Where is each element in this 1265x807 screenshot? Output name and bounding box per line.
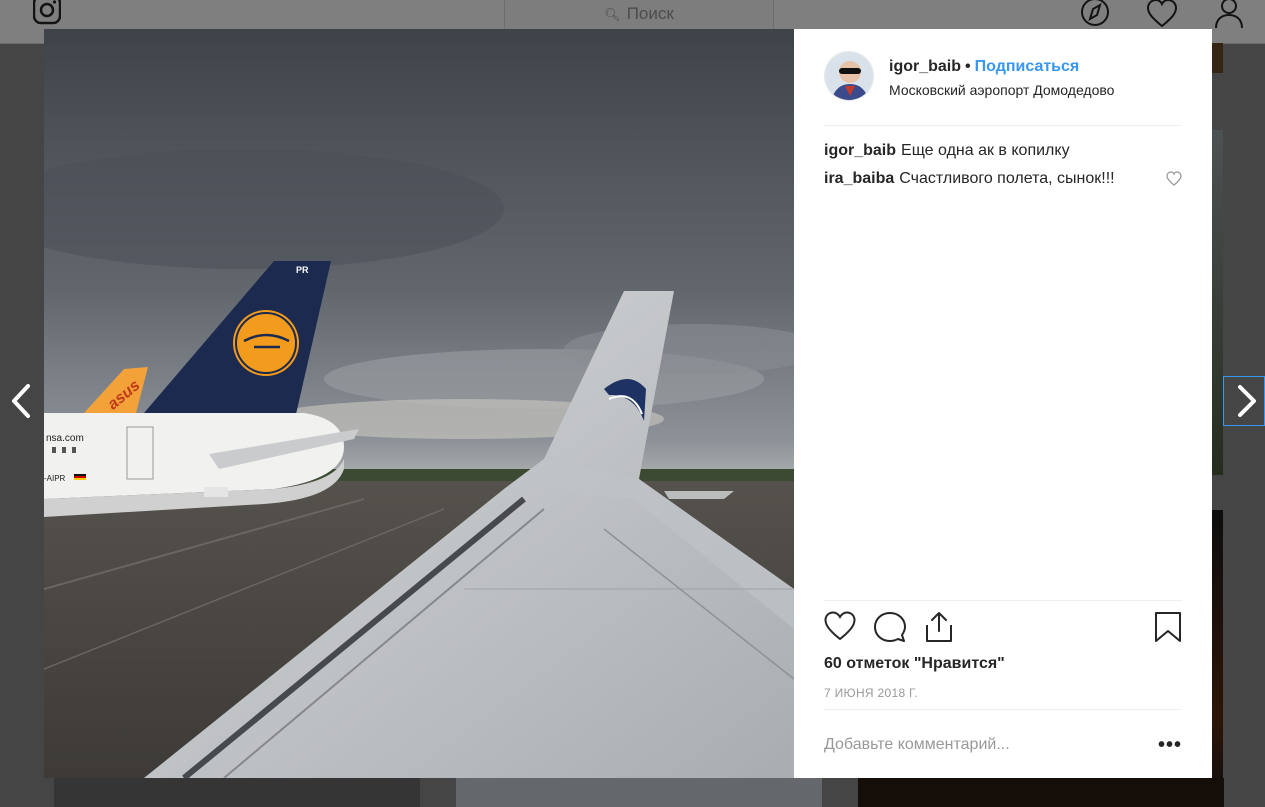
comment-text: Еще одна ак в копилку <box>901 142 1070 159</box>
comment-username[interactable]: igor_baib <box>824 142 896 159</box>
comments-list: igor_baib Еще одна ак в копилку ira_baiba… <box>824 126 1182 189</box>
post-sidebar: igor_baib • Подписаться Московский аэропор… <box>794 29 1212 778</box>
airplane-wing-photo: PR asus nsa.com -AIPR <box>44 29 794 778</box>
comment-like-heart-icon[interactable] <box>1166 171 1182 187</box>
comment-item: ira_baiba Счастливого полета, сынок!!! <box>824 169 1182 189</box>
fuselage-text: nsa.com <box>46 433 84 444</box>
post-location[interactable]: Московский аэропорт Домодедово <box>889 80 1114 100</box>
separator-dot: • <box>965 58 971 75</box>
caption-comment: igor_baib Еще одна ак в копилку <box>824 141 1182 161</box>
comment-input[interactable]: Добавьте комментарий... <box>824 736 1010 754</box>
comment-icon[interactable] <box>874 611 906 643</box>
chevron-left-icon[interactable] <box>0 376 42 426</box>
follow-button[interactable]: Подписаться <box>975 58 1080 75</box>
comment-text: Счастливого полета, сынок!!! <box>899 170 1115 187</box>
comment-username[interactable]: ira_baiba <box>824 170 894 187</box>
add-comment-section: Добавьте комментарий... ••• <box>824 709 1182 779</box>
share-icon[interactable] <box>924 611 954 643</box>
post-date: 7 ИЮНЯ 2018 Г. <box>824 686 919 700</box>
like-heart-icon[interactable] <box>824 611 856 641</box>
post-modal: PR asus nsa.com -AIPR igor_baib • Подпис… <box>44 29 1212 778</box>
post-actions <box>824 600 1182 651</box>
registration-text: -AIPR <box>44 474 66 483</box>
more-options-button[interactable]: ••• <box>1158 734 1182 757</box>
avatar[interactable] <box>824 51 874 101</box>
tail-code-text: PR <box>296 265 309 275</box>
post-photo[interactable]: PR asus nsa.com -AIPR <box>44 29 794 778</box>
avatar-image <box>825 52 873 100</box>
likes-count[interactable]: 60 отметок "Нравится" <box>824 655 1005 673</box>
post-username[interactable]: igor_baib <box>889 58 961 75</box>
next-post-button[interactable] <box>1223 376 1265 426</box>
chevron-right-icon <box>1238 385 1256 417</box>
bookmark-icon[interactable] <box>1154 611 1182 643</box>
post-header: igor_baib • Подписаться Московский аэропор… <box>824 29 1182 126</box>
